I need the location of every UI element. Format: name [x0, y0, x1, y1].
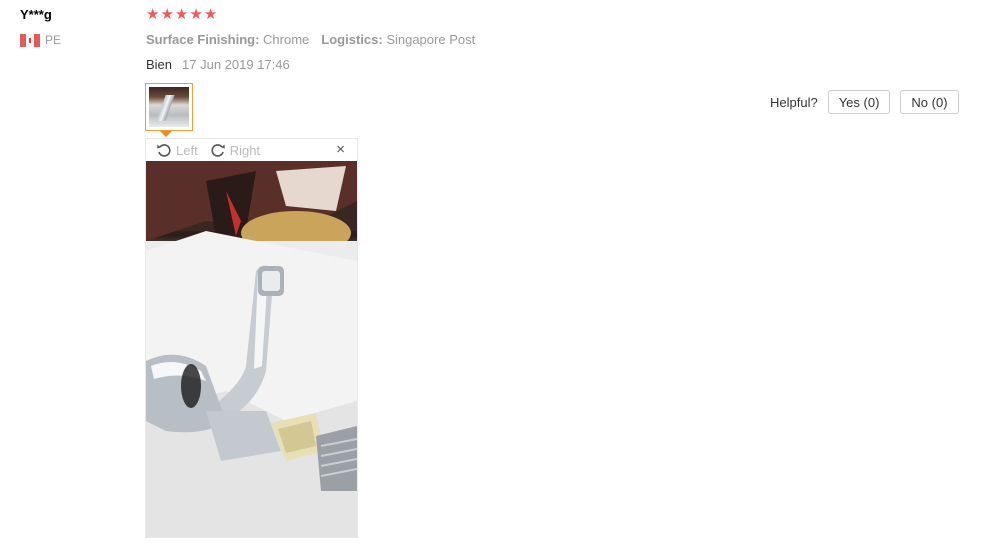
- thumbnail-pointer: [160, 131, 172, 137]
- attribute-key: Logistics:: [321, 32, 383, 47]
- star-icon: ★: [160, 6, 174, 23]
- helpful-vote: Helpful? Yes (0) No (0): [770, 90, 959, 114]
- review-text: Bien: [146, 57, 173, 72]
- close-icon[interactable]: ×: [336, 141, 345, 158]
- attribute-logistics: Logistics: Singapore Post: [321, 32, 475, 47]
- reviewer-country: PE: [20, 33, 61, 47]
- review-date: 17 Jun 2019 17:46: [182, 57, 290, 72]
- attribute-surface-finishing: Surface Finishing: Chrome: [146, 32, 309, 47]
- peru-flag-icon: [20, 33, 40, 47]
- attribute-value: Singapore Post: [386, 32, 476, 47]
- attribute-key: Surface Finishing:: [146, 32, 260, 47]
- helpful-yes-button[interactable]: Yes (0): [827, 90, 891, 114]
- photo-viewer: Left Right ×: [145, 138, 358, 538]
- helpful-no-button[interactable]: No (0): [900, 90, 959, 114]
- helpful-label: Helpful?: [770, 94, 818, 110]
- rotate-left-label: Left: [176, 142, 198, 158]
- review-photo: [146, 161, 357, 537]
- rotate-left-button[interactable]: Left: [156, 142, 198, 158]
- star-icon: ★: [146, 6, 160, 23]
- star-icon: ★: [203, 6, 218, 23]
- rotate-right-label: Right: [229, 142, 261, 158]
- reviewer-name: Y***g: [20, 7, 52, 22]
- star-rating: ★ ★ ★ ★ ★: [146, 7, 217, 23]
- viewer-toolbar: Left Right ×: [146, 139, 357, 161]
- attribute-value: Chrome: [263, 32, 310, 47]
- review-photo-thumbnail[interactable]: [145, 83, 193, 131]
- country-code: PE: [45, 33, 62, 47]
- faucet-photo-image: [146, 161, 357, 537]
- product-attributes: Surface Finishing: Chrome Logistics: Sin…: [146, 32, 475, 47]
- star-icon: ★: [189, 6, 203, 23]
- rotate-right-button[interactable]: Right: [210, 142, 260, 158]
- thumbnail-image: [149, 87, 189, 127]
- review-content: Bien 17 Jun 2019 17:46: [146, 57, 290, 72]
- rotate-left-icon: [157, 144, 171, 157]
- star-icon: ★: [174, 6, 189, 23]
- rotate-right-icon: [211, 144, 225, 157]
